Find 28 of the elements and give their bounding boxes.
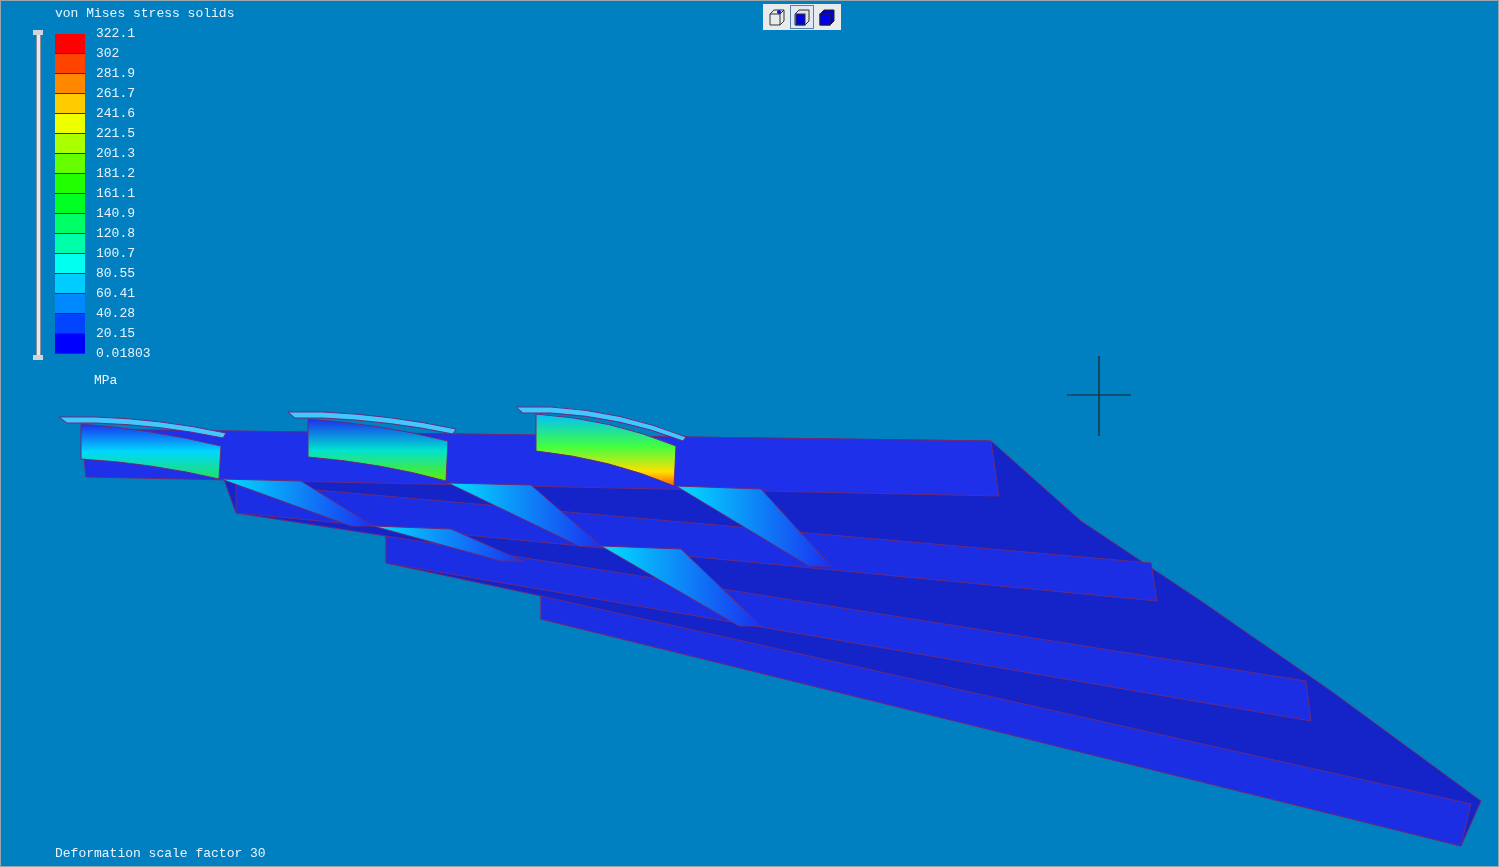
legend-value: 120.8 [96, 226, 136, 243]
slider-handle[interactable] [33, 355, 43, 360]
legend-value: 181.2 [96, 166, 136, 183]
unit-label: MPa [94, 372, 118, 390]
legend-value: 161.1 [96, 186, 136, 203]
slider-handle[interactable] [33, 30, 43, 35]
legend-value: 0.01803 [96, 346, 151, 363]
legend-title: von Mises stress solids [55, 6, 235, 22]
legend-range-slider[interactable] [33, 30, 43, 360]
legend-value: 322.1 [96, 26, 136, 43]
legend-value: 20.15 [96, 326, 136, 343]
legend-value: 40.28 [96, 306, 136, 323]
legend-value: 302 [96, 46, 121, 63]
legend-value: 80.55 [96, 266, 136, 283]
cube-icon [816, 6, 838, 28]
legend-value: 221.5 [96, 126, 136, 143]
legend-value: 201.3 [96, 146, 136, 163]
legend-value: 60.41 [96, 286, 136, 303]
crosshair-cursor-icon [1067, 356, 1131, 436]
legend-value: 100.7 [96, 246, 136, 263]
cube-icon [791, 6, 813, 28]
legend-value: 261.7 [96, 86, 136, 103]
legend-value: 140.9 [96, 206, 136, 223]
cube-icon [766, 6, 788, 28]
deformation-caption: Deformation scale factor 30 [55, 845, 266, 863]
shaded-edges-view-button[interactable] [790, 5, 814, 29]
legend-value: 241.6 [96, 106, 136, 123]
legend-value: 281.9 [96, 66, 136, 83]
